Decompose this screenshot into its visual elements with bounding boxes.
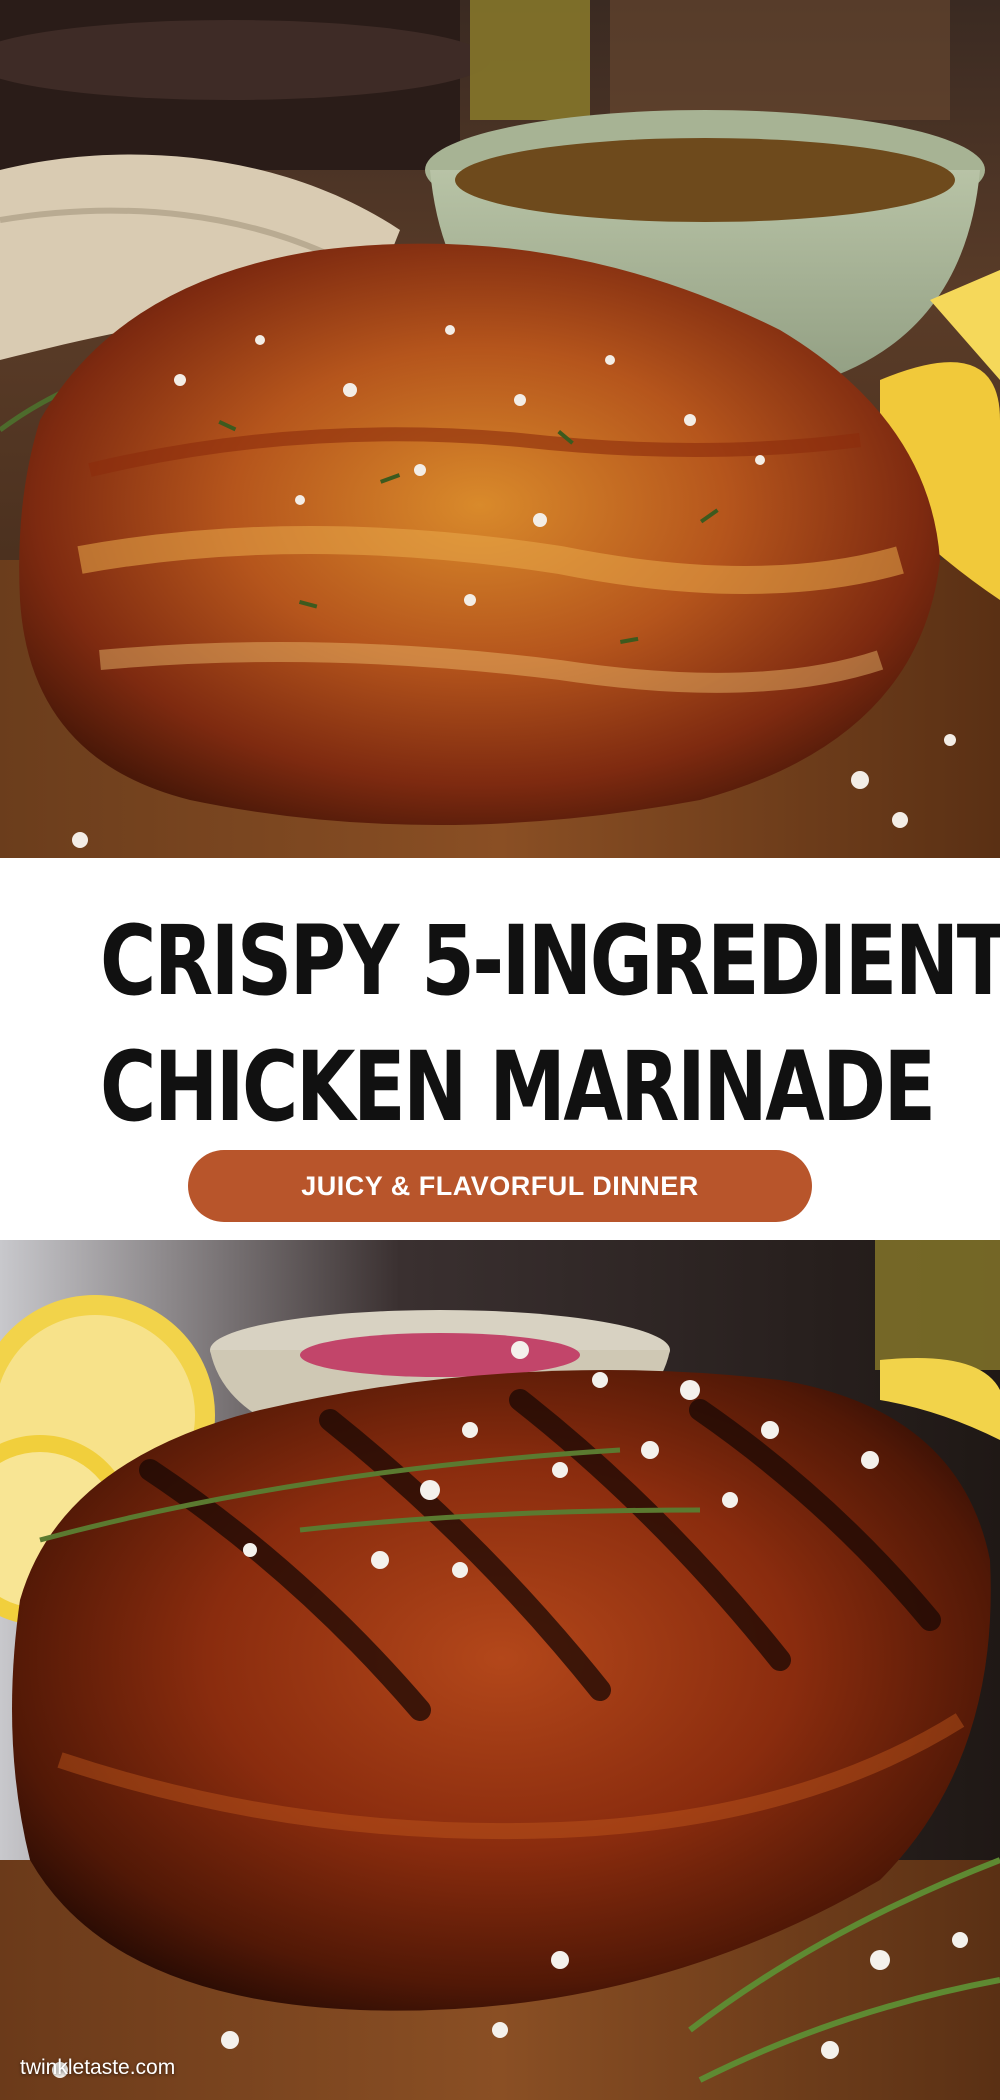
recipe-pin: CRISPY 5-INGREDIENT CHICKEN MARINADE JUI…	[0, 0, 1000, 2100]
top-chicken-photo	[0, 0, 1000, 858]
bottom-photo-art	[0, 1240, 1000, 2100]
bottom-chicken-photo: twinkletaste.com	[0, 1240, 1000, 2100]
title-line-1: CRISPY 5-INGREDIENT	[100, 905, 1000, 1017]
title-band: CRISPY 5-INGREDIENT CHICKEN MARINADE JUI…	[0, 858, 1000, 1240]
title-line-2: CHICKEN MARINADE	[100, 1031, 936, 1143]
subtitle-badge: JUICY & FLAVORFUL DINNER	[188, 1150, 812, 1222]
top-photo-art	[0, 0, 1000, 858]
site-watermark: twinkletaste.com	[20, 2056, 176, 2079]
recipe-title: CRISPY 5-INGREDIENT CHICKEN MARINADE	[100, 898, 1000, 1150]
